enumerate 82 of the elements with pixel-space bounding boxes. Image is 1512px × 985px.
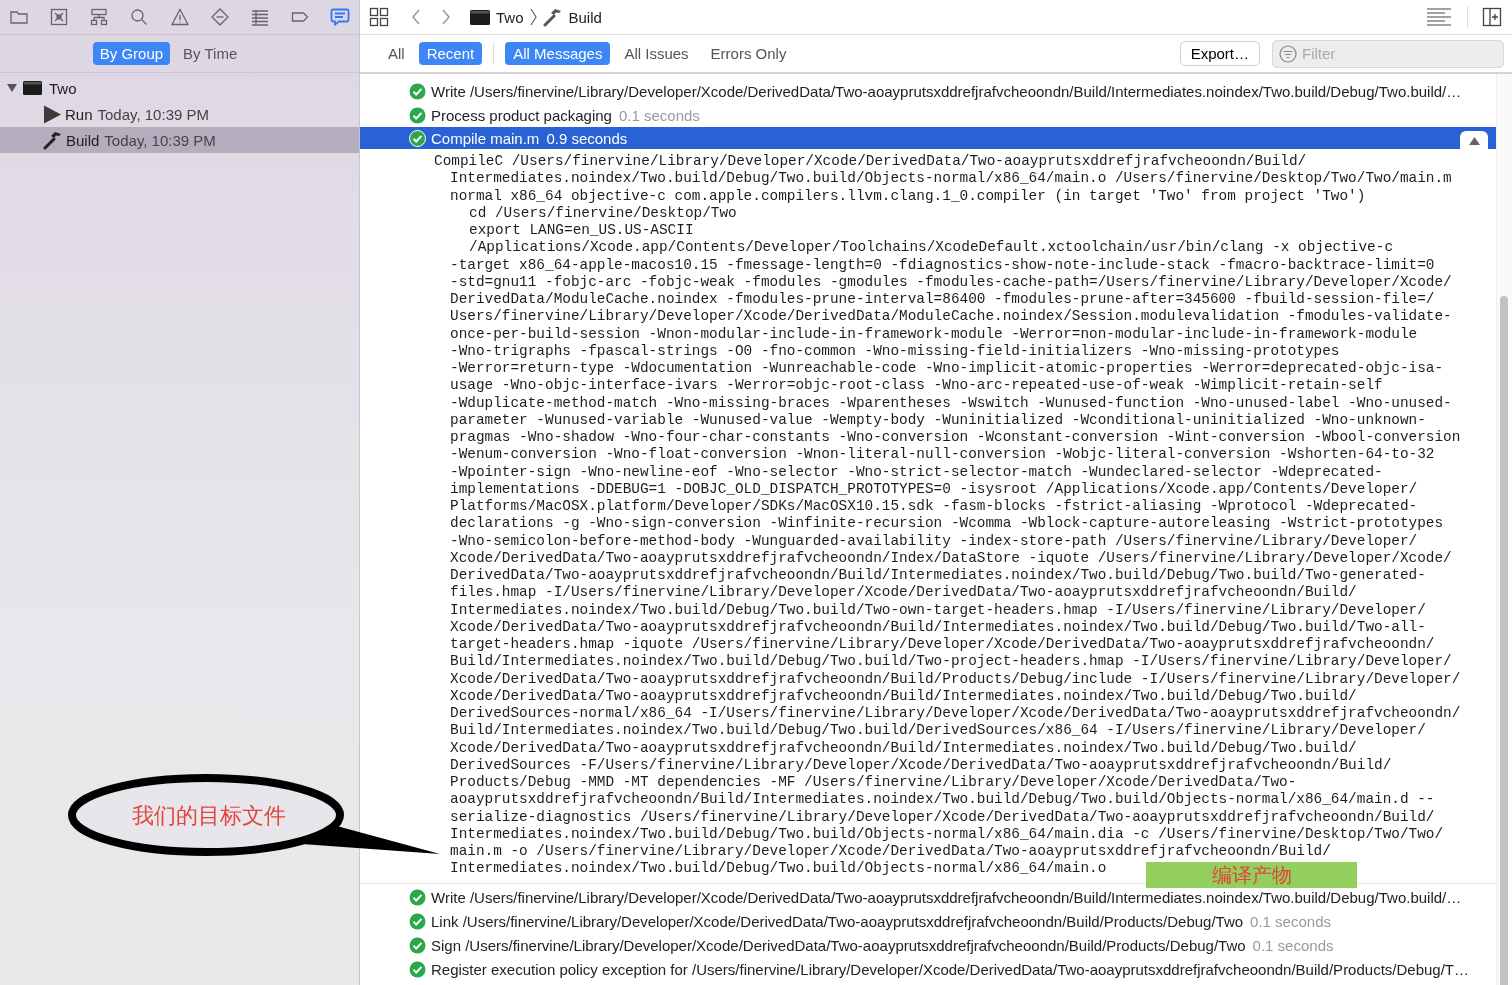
log-output-line: main.m -o /Users/finervine/Library/Developer/Xcode/DerivedData/Two-aoayprutsxddrefjrafvcheoondn/Build/ — [449, 843, 1331, 861]
log-output-line: DerivedData/ModuleCache.noindex -fmodules-prune-interval=86400 -fmodules-prune-after=345600 -fbuild-session-file=/ — [449, 291, 1435, 309]
log-output-line: normal x86_64 objective-c com.apple.compilers.llvm.clang.1_0.compiler (in target 'Two' from project 'Two') — [449, 187, 1366, 205]
back-icon[interactable] — [411, 9, 421, 25]
scope-tab[interactable]: Recent — [418, 42, 483, 65]
log-output-line: DerivedSources-normal/x86_64 -I/Users/finervine/Library/Developer/Xcode/DerivedData/Two-aoayprutsxddrefjrafvcheoondn/ — [449, 705, 1461, 723]
disclosure-triangle-icon[interactable] — [7, 83, 17, 93]
log-output-line: Intermediates.noindex/Two.build/Debug/Two.build/Objects-normal/x86_64/main.o /Users/finervine/Desktop/Two/Two/main.m — [449, 170, 1452, 188]
hammer-icon — [542, 7, 563, 27]
annotation-text: 我们的目标文件 — [132, 802, 286, 830]
log-output-line: Xcode/DerivedData/Two-aoayprutsxddrefjrafvcheoondn/Build/Intermediates.noindex/Two.build/Debug/Two.build/Two-all- — [449, 618, 1426, 636]
forward-icon[interactable] — [441, 9, 451, 25]
grouping-tab[interactable]: By Group — [92, 42, 171, 65]
log-output-line: target-headers.hmap -iquote /Users/finervine/Library/Developer/Xcode/DerivedData/Two-aoayprutsxddrefjrafvcheoondn/ — [449, 636, 1435, 654]
log-output-line: pragmas -Wno-shadow -Wno-four-char-constants -Wno-conversion -Wconstant-conversion -Wint-conversion -Wbool-conversion — [449, 429, 1461, 447]
log-output-line: -Wduplicate-method-match -Wno-missing-braces -Wparentheses -Wswitch -Wunused-function -Wno-unused-label -Wno-unused- — [449, 394, 1452, 412]
message-filter-tab[interactable]: All Issues — [616, 42, 697, 65]
log-output-line: -Werror=return-type -Wdocumentation -Wunreachable-code -Wno-implicit-atomic-properties -Werror=deprecated-objc-isa- — [449, 360, 1444, 378]
build-log-item[interactable]: Build Today, 10:39 PM — [0, 127, 359, 153]
log-output-line: Xcode/DerivedData/Two-aoayprutsxddrefjrafvcheoondn/Build/Intermediates.noindex/Two.build/Debug/Two.build/ — [449, 687, 1357, 705]
export-button[interactable]: Export… — [1179, 41, 1260, 66]
log-output-line: DerivedSources -F/Users/finervine/Library/Developer/Xcode/DerivedData/Two-aoayprutsxddrefjrafvcheoondn/Build/ — [449, 756, 1392, 774]
scrollbar-thumb[interactable] — [1500, 296, 1508, 985]
log-output-line: files.hmap -I/Users/finervine/Library/Developer/Xcode/DerivedData/Two-aoayprutsxddrefjrafvcheoondn/Build/ — [449, 584, 1357, 602]
log-output-line: Users/finervine/Library/Developer/Xcode/DerivedData/ModuleCache.noindex/Session.modulevalidation -fmodules-validate- — [449, 308, 1452, 326]
grouping-tab[interactable]: By Time — [176, 42, 245, 65]
log-entry[interactable]: Process product packaging 0.1 seconds — [360, 103, 1496, 127]
log-output-line: Intermediates.noindex/Two.build/Debug/Two.build/Two-own-target-headers.hmap -I/Users/finervine/Library/Developer/ — [449, 601, 1426, 619]
annotation-label: 编译产物 — [1146, 862, 1357, 888]
lines-icon[interactable] — [1427, 8, 1451, 26]
log-output-line: /Applications/Xcode.app/Contents/Developer/Toolchains/XcodeDefault.xctoolchain/usr/bin/clang -x objective-c — [468, 239, 1394, 257]
log-output-line: Intermediates.noindex/Two.build/Debug/Two.build/Objects-normal/x86_64/main.o — [449, 860, 1107, 878]
message-filter-tab[interactable]: Errors Only — [702, 42, 795, 65]
log-output-line: Xcode/DerivedData/Two-aoayprutsxddrefjrafvcheoondn/Index/DataStore -iquote /Users/finervine/Library/Developer/Xcode/ — [449, 549, 1452, 567]
log-entry[interactable]: Write /Users/finervine/Library/Developer/Xcode/DerivedData/Two-aoayprutsxddrefjrafvcheoondn/Build/Intermediates.noindex/Two.build/Debug/Two.build/… — [360, 79, 1496, 103]
log-output-line: DerivedData/Two-aoayprutsxddrefjrafvcheoondn/Build/Intermediates.noindex/Two.build/Debug/Two.build/Two-generated- — [449, 567, 1426, 585]
log-entry[interactable]: Sign /Users/finervine/Library/Developer/Xcode/DerivedData/Two-aoayprutsxddrefjrafvcheoondn/Build/Products/Debug/Two 0.1 seconds — [360, 933, 1496, 958]
log-output-line: Build/Intermediates.noindex/Two.build/Debug/Two.build/Two-project-headers.hmap -I/Users/finervine/Library/Developer/ — [449, 653, 1452, 671]
log-output-line: declarations -g -Wno-sign-conversion -Winfinite-recursion -Wcomma -Wblock-capture-autoreleasing -Wstrict-prototypes — [449, 515, 1444, 533]
log-output-line: export LANG=en_US.US-ASCII — [468, 222, 694, 240]
log-output-line: -std=gnu11 -fobjc-arc -fobjc-weak -fmodules -gmodules -fmodules-cache-path=/Users/finervine/Library/Developer/Xcode/ — [449, 273, 1452, 291]
play-icon — [43, 104, 62, 124]
chevron-icon — [529, 8, 537, 26]
hammer-icon — [43, 130, 63, 150]
log-output-line: -Wno-semicolon-before-method-body -Wunguarded-availability -index-store-path /Users/finervine/Library/Developer/ — [449, 532, 1418, 550]
log-output-line: once-per-build-session -Wnon-modular-include-in-framework-module -Werror=non-modular-include-in-framework-module — [449, 325, 1418, 343]
terminal-icon — [23, 81, 42, 95]
log-output-line: Intermediates.noindex/Two.build/Debug/Two.build/Objects-normal/x86_64/main.dia -c /Users/finervine/Desktop/Two/Two/ — [449, 825, 1444, 843]
log-output-line: -target x86_64-apple-macos10.15 -fmessage-length=0 -fdiagnostics-show-note-include-stack -fmacro-backtrace-limit=0 — [449, 256, 1435, 274]
build-log-item[interactable]: Run Today, 10:39 PM — [0, 101, 359, 127]
log-output-line: cd /Users/finervine/Desktop/Two — [468, 204, 737, 222]
log-output-line: Platforms/MacOSX.platform/Developer/SDKs/MacOSX10.15.sdk -fasm-blocks -fstrict-aliasing -Wprotocol -Wdeprecated- — [449, 498, 1418, 516]
log-output-line: CompileC /Users/finervine/Library/Developer/Xcode/DerivedData/Two-aoayprutsxddrefjrafvcheoondn/Build/ — [434, 153, 1307, 171]
log-output-line: parameter -Wunused-variable -Wunused-value -Wempty-body -Wuninitialized -Wconditional-uninitialized -Wno-unknown- — [449, 411, 1426, 429]
add-panel-icon[interactable] — [1482, 7, 1502, 27]
log-output-line: -Wenum-conversion -Wno-float-conversion -Wnon-literal-null-conversion -Wobjc-literal-conversion -Wshorten-64-to-32 — [449, 446, 1435, 464]
log-output-line: aoayprutsxddrefjrafvcheoondn/Build/Intermediates.noindex/Two.build/Debug/Two.build/Objects-normal/x86_64/main.d -- — [449, 791, 1435, 809]
breadcrumb-item[interactable]: Two — [496, 8, 524, 26]
filter-field[interactable]: Filter — [1272, 39, 1504, 68]
log-output-line: Build/Intermediates.noindex/Two.build/Debug/Two.build/DerivedSources/x86_64 -I/Users/finervine/Library/Developer/ — [449, 722, 1426, 740]
triangle-icon — [1468, 137, 1480, 145]
terminal-icon — [470, 9, 490, 25]
log-entry[interactable]: Compile main.m 0.9 seconds — [360, 127, 1496, 149]
warning-icon[interactable] — [168, 6, 191, 28]
log-entry[interactable]: Write /Users/finervine/Library/Developer/Xcode/DerivedData/Two-aoayprutsxddrefjrafvcheoondn/Build/Intermediates.noindex/Two.build/Debug/Two.build/… — [360, 885, 1496, 910]
log-output-line: implementations -DDEBUG=1 -DOBJC_OLD_DISPATCH_PROTOTYPES=0 -isysroot /Applications/Xcode.app/Contents/Developer/ — [449, 480, 1418, 498]
log-entry[interactable]: Register execution policy exception for /Users/finervine/Library/Developer/Xcode/DerivedData/Two-aoayprutsxddrefjrafvcheoondn/Build/Products/Debug/T… — [360, 957, 1496, 982]
log-output-line: Xcode/DerivedData/Two-aoayprutsxddrefjrafvcheoondn/Build/Products/Debug/include -I/Users/finervine/Library/Developer/ — [449, 670, 1461, 688]
project-name[interactable]: Two — [49, 79, 77, 97]
scope-tab[interactable]: All — [380, 42, 413, 65]
breadcrumb-item[interactable]: Build — [568, 8, 602, 26]
grid-icon[interactable] — [369, 7, 389, 27]
collapse-button[interactable] — [1460, 131, 1488, 151]
log-output-line: usage -Wno-objc-interface-ivars -Werror=objc-root-class -Wno-arc-repeated-use-of-weak -Wimplicit-retain-self — [449, 377, 1383, 395]
log-output-line: Xcode/DerivedData/Two-aoayprutsxddrefjrafvcheoondn/Build/Intermediates.noindex/Two.build/Debug/Two.build/ — [449, 739, 1357, 757]
log-output-line: -Wno-trigraphs -fpascal-strings -O0 -fno-common -Wno-missing-field-initializers -Wno-missing-prototypes — [449, 342, 1340, 360]
log-output-line: -Wpointer-sign -Wno-newline-eof -Wno-selector -Wno-strict-selector-match -Wundeclared-selector -Wdeprecated- — [449, 463, 1383, 481]
log-entry[interactable]: Link /Users/finervine/Library/Developer/Xcode/DerivedData/Two-aoayprutsxddrefjrafvcheoondn/Build/Products/Debug/Two 0.1 seconds — [360, 909, 1496, 934]
log-output-line: Products/Debug -MMD -MT dependencies -MF /Users/finervine/Library/Developer/Xcode/DerivedData/Two- — [449, 774, 1297, 792]
message-filter-tab[interactable]: All Messages — [505, 42, 611, 65]
speech-bubble-icon[interactable] — [329, 6, 351, 28]
log-output-line: serialize-diagnostics /Users/finervine/Library/Developer/Xcode/DerivedData/Two-aoayprutsxddrefjrafvcheoondn/Build/ — [449, 808, 1435, 826]
